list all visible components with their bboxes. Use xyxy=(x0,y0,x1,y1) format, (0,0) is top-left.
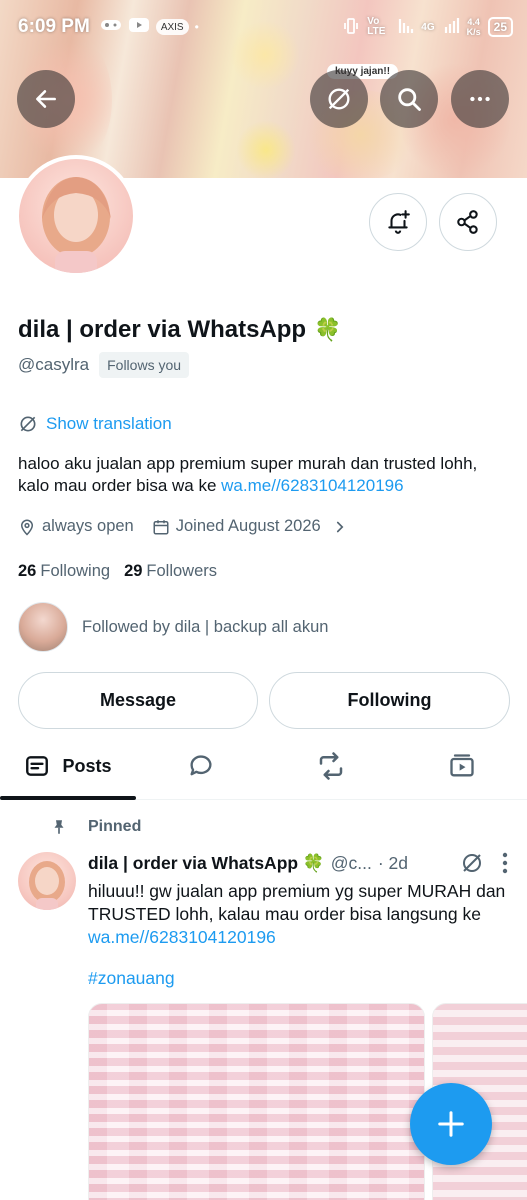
pinned-label: Pinned xyxy=(88,818,142,835)
profile-meta: always open Joined August 2026 xyxy=(18,517,349,536)
banner-decoration xyxy=(236,120,296,178)
post-avatar-portrait xyxy=(29,861,65,910)
followers-stat[interactable]: 29 Followers xyxy=(124,562,217,581)
more-dots-icon xyxy=(470,96,490,102)
back-button[interactable] xyxy=(17,70,75,128)
pinned-indicator: Pinned xyxy=(50,817,141,837)
post-time: · 2d xyxy=(377,852,408,873)
media-icon xyxy=(449,754,474,777)
chevron-right-icon xyxy=(336,521,344,532)
post-more-icon[interactable] xyxy=(502,852,508,874)
signal-icon xyxy=(396,17,414,38)
followers-label: Followers xyxy=(146,562,218,580)
follower-avatar xyxy=(18,602,68,652)
speed-indicator: 4.4 K/s xyxy=(467,17,481,37)
share-icon xyxy=(457,210,478,234)
clover-emoji: 🍀 xyxy=(314,317,342,342)
posts-icon xyxy=(26,756,49,776)
plus-icon xyxy=(438,1111,464,1137)
search-button[interactable] xyxy=(380,70,438,128)
post-text: hiluuu!! gw jualan app premium yg super … xyxy=(88,881,506,924)
battery-indicator: 25 xyxy=(487,17,513,37)
joined-text: Joined August 2026 xyxy=(175,517,321,535)
following-label: Following xyxy=(40,562,111,580)
signal-icon-2 xyxy=(442,17,460,38)
game-icon xyxy=(100,18,122,37)
post-body: hiluuu!! gw jualan app premium yg super … xyxy=(88,880,508,949)
show-translation-label: Show translation xyxy=(46,414,172,433)
following-count: 26 xyxy=(18,562,37,580)
location-text: always open xyxy=(42,517,134,535)
location-item: always open xyxy=(18,517,134,536)
joined-item[interactable]: Joined August 2026 xyxy=(152,517,349,536)
tab-reposts[interactable] xyxy=(266,735,396,797)
calendar-icon xyxy=(153,519,169,534)
following-button[interactable]: Following xyxy=(269,672,510,729)
profile-display-name: dila | order via WhatsApp 🍀 xyxy=(18,316,342,344)
show-translation-link[interactable]: Show translation xyxy=(18,414,172,434)
reposts-icon xyxy=(319,752,343,780)
post-author-handle: @c... xyxy=(330,852,372,873)
tab-posts[interactable]: Posts xyxy=(0,735,136,797)
followers-count: 29 xyxy=(124,562,143,580)
translate-toggle-button[interactable] xyxy=(310,70,368,128)
youtube-icon xyxy=(128,17,150,38)
vibrate-icon xyxy=(342,17,360,38)
status-time: 6:09 PM xyxy=(18,16,90,37)
replies-icon xyxy=(190,755,212,776)
notify-button[interactable] xyxy=(369,193,427,251)
followed-by-row[interactable]: Followed by dila | backup all akun xyxy=(18,602,328,652)
post-author-avatar[interactable] xyxy=(18,852,76,910)
following-stat[interactable]: 26 Following xyxy=(18,562,110,581)
profile-handle: @casylra xyxy=(18,355,90,374)
active-tab-indicator xyxy=(0,796,136,800)
pin-icon xyxy=(54,820,64,834)
profile-banner[interactable]: kuyy jajan!! 6:09 PM AXIS • Vo LTE 4G 4.… xyxy=(0,0,527,178)
share-button[interactable] xyxy=(439,193,497,251)
post-hashtag[interactable]: #zonauang xyxy=(88,968,175,989)
profile-tabs: Posts xyxy=(0,735,527,800)
compose-button[interactable] xyxy=(410,1083,492,1165)
handle-row: @casylra Follows you xyxy=(18,352,190,378)
search-icon xyxy=(398,88,421,111)
more-options-button[interactable] xyxy=(451,70,509,128)
follow-stats: 26 Following 29 Followers xyxy=(18,562,217,581)
tab-replies[interactable] xyxy=(136,735,266,797)
status-chip: AXIS xyxy=(155,19,189,35)
translate-slash-icon xyxy=(328,88,350,110)
avatar-portrait xyxy=(42,177,111,273)
signal-type-label: 4G xyxy=(421,21,435,33)
bell-plus-icon xyxy=(388,210,410,234)
post-translate-button[interactable] xyxy=(460,851,508,875)
speed-unit: K/s xyxy=(466,27,481,37)
back-arrow-icon xyxy=(36,90,56,108)
network-label: Vo LTE xyxy=(367,16,386,37)
speed-value: 4.4 xyxy=(467,17,480,27)
status-bar: 6:09 PM AXIS • Vo LTE 4G 4.4 K/s 25 xyxy=(0,0,527,54)
tab-posts-label: Posts xyxy=(62,755,112,776)
message-button[interactable]: Message xyxy=(18,672,258,729)
bio-link[interactable]: wa.me//6283104120196 xyxy=(221,476,403,495)
profile-bio: haloo aku jualan app premium super murah… xyxy=(18,453,513,497)
status-right-icons: Vo LTE 4G 4.4 K/s 25 xyxy=(342,17,513,38)
followed-by-text: Followed by dila | backup all akun xyxy=(82,617,329,636)
status-notification-icons: AXIS • xyxy=(100,17,199,38)
post-link[interactable]: wa.me//6283104120196 xyxy=(88,927,276,947)
display-name-text: dila | order via WhatsApp xyxy=(18,316,307,343)
post-header: dila | order via WhatsApp 🍀 @c... · 2d xyxy=(88,851,508,875)
profile-avatar[interactable] xyxy=(15,155,137,277)
location-pin-icon xyxy=(20,519,34,536)
translate-slash-icon xyxy=(20,416,36,432)
follows-you-badge: Follows you xyxy=(99,352,190,378)
post-author-name[interactable]: dila | order via WhatsApp 🍀 xyxy=(88,853,325,874)
tab-media[interactable] xyxy=(396,735,527,797)
dot-icon: • xyxy=(194,20,199,34)
post-media-image[interactable] xyxy=(88,1003,425,1200)
translate-slash-icon xyxy=(463,854,481,872)
